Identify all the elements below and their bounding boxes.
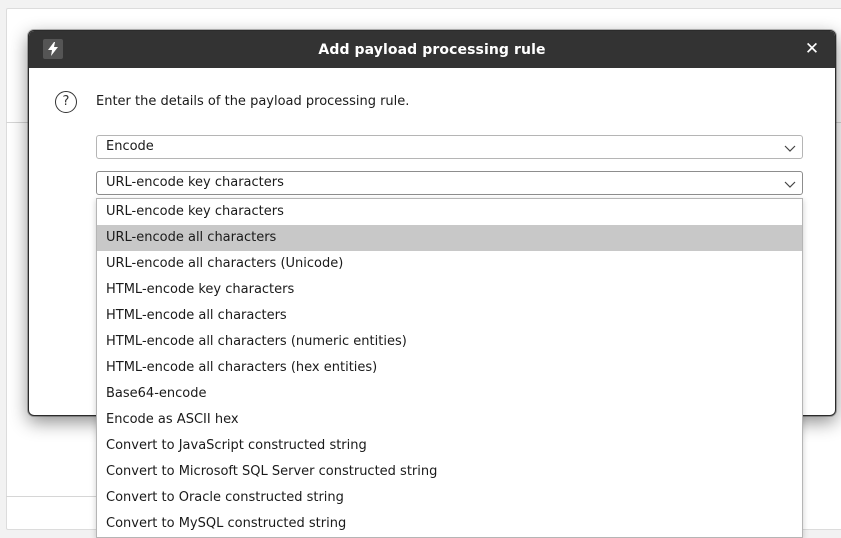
encode-type-dropdown-list[interactable]: URL-encode key characters URL-encode all … bbox=[96, 198, 803, 538]
dropdown-option[interactable]: HTML-encode key characters bbox=[97, 277, 802, 303]
dropdown-option[interactable]: HTML-encode all characters (hex entities… bbox=[97, 355, 802, 381]
dropdown-option[interactable]: Base64-encode bbox=[97, 381, 802, 407]
close-button[interactable]: ✕ bbox=[801, 38, 823, 60]
dropdown-option[interactable]: Convert to JavaScript constructed string bbox=[97, 433, 802, 459]
lightning-icon bbox=[43, 39, 63, 59]
encode-type-value: URL-encode key characters bbox=[106, 175, 284, 190]
dropdown-option[interactable]: HTML-encode all characters (numeric enti… bbox=[97, 329, 802, 355]
chevron-down-icon bbox=[784, 181, 796, 188]
dropdown-option[interactable]: URL-encode all characters bbox=[97, 225, 802, 251]
rule-type-value: Encode bbox=[106, 139, 154, 154]
background-divider bbox=[6, 122, 28, 123]
dialog-prompt: Enter the details of the payload process… bbox=[96, 94, 410, 109]
dropdown-option[interactable]: Convert to Microsoft SQL Server construc… bbox=[97, 459, 802, 485]
encode-type-select[interactable]: URL-encode key characters bbox=[96, 171, 803, 195]
dropdown-option[interactable]: URL-encode key characters bbox=[97, 199, 802, 225]
dropdown-option[interactable]: Encode as ASCII hex bbox=[97, 407, 802, 433]
chevron-down-icon bbox=[784, 145, 796, 152]
rule-type-select[interactable]: Encode bbox=[96, 135, 803, 159]
dropdown-option[interactable]: Convert to MySQL constructed string bbox=[97, 511, 802, 537]
dropdown-option[interactable]: Convert to Oracle constructed string bbox=[97, 485, 802, 511]
dropdown-option[interactable]: URL-encode all characters (Unicode) bbox=[97, 251, 802, 277]
help-icon: ? bbox=[55, 91, 77, 113]
background-divider bbox=[6, 496, 96, 497]
dialog-title: Add payload processing rule bbox=[318, 41, 546, 58]
dialog-titlebar: Add payload processing rule ✕ bbox=[29, 31, 835, 68]
dropdown-option[interactable]: HTML-encode all characters bbox=[97, 303, 802, 329]
